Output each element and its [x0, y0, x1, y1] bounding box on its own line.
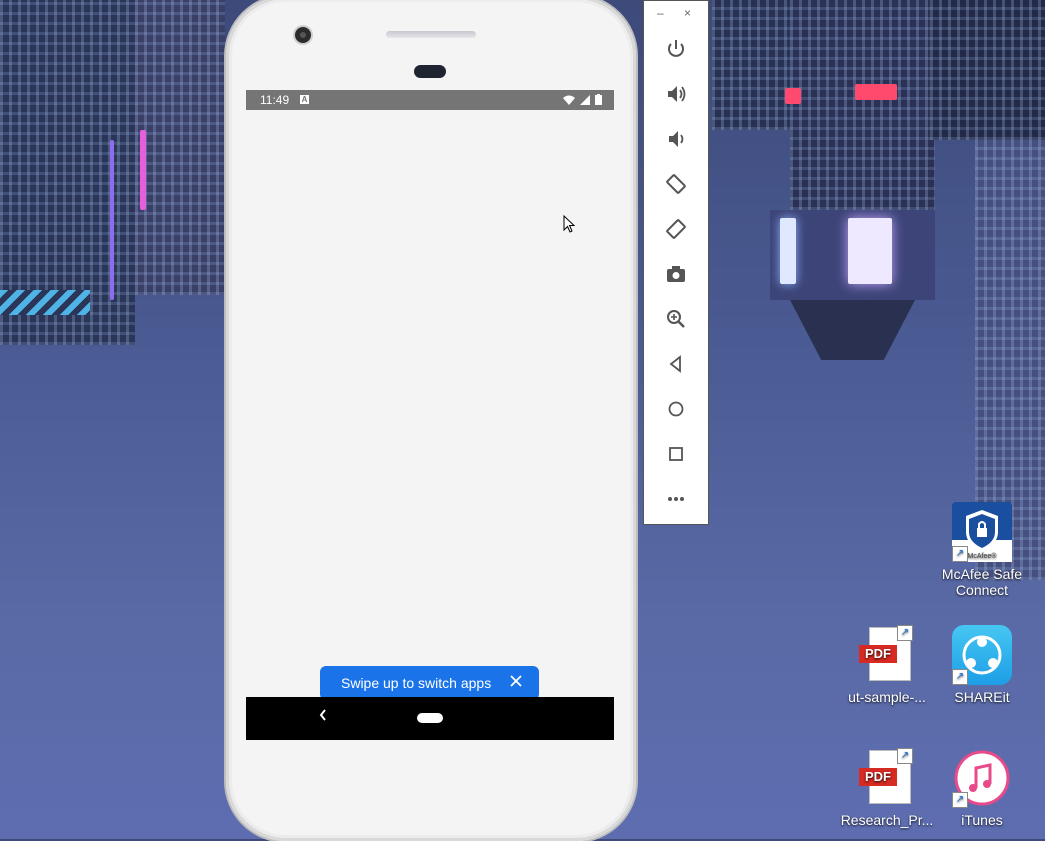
status-icons: [563, 94, 602, 105]
signal-icon: [580, 94, 590, 105]
rotate-left-button[interactable]: [664, 172, 688, 196]
home-button[interactable]: [664, 397, 688, 421]
pdf-badge: PDF: [859, 768, 897, 786]
back-button[interactable]: [664, 352, 688, 376]
volume-up-button[interactable]: [664, 82, 688, 106]
wifi-icon: [563, 95, 575, 105]
earpiece-speaker: [386, 31, 476, 38]
phone-screen[interactable]: 11:49 A Swipe up to switch apps: [246, 90, 614, 744]
shortcut-arrow-icon: ↗: [952, 669, 968, 685]
desktop-icon-label: SHAREit: [954, 689, 1010, 705]
desktop-icon-label: iTunes: [961, 812, 1003, 828]
pdf-icon: PDF ↗: [857, 748, 917, 808]
zoom-icon: [667, 310, 685, 328]
more-icon: [668, 497, 684, 501]
status-bar: 11:49 A: [246, 90, 614, 110]
toolbar-window-controls: – ×: [644, 6, 708, 21]
shortcut-arrow-icon: ↗: [897, 625, 913, 641]
minimize-button[interactable]: –: [657, 6, 664, 20]
rotate-left-icon: [666, 174, 686, 194]
screenshot-button[interactable]: [664, 262, 688, 286]
toast-label: Swipe up to switch apps: [341, 675, 492, 691]
proximity-sensor: [414, 65, 446, 78]
desktop-icon-research[interactable]: PDF ↗ Research_Pr...: [837, 748, 937, 828]
shareit-icon: ↗: [952, 625, 1012, 685]
mouse-cursor-icon: [563, 215, 575, 233]
home-pill-icon[interactable]: [417, 713, 443, 723]
emulator-toolbar: – ×: [643, 0, 709, 525]
phone-frame: 11:49 A Swipe up to switch apps: [226, 0, 636, 841]
desktop-icon-mcafee[interactable]: McAfee® ↗ McAfee Safe Connect: [932, 502, 1032, 598]
navigation-bar: [246, 697, 614, 740]
close-icon[interactable]: [509, 674, 523, 688]
volume-down-icon: [669, 131, 684, 147]
more-button[interactable]: [664, 487, 688, 511]
mcafee-icon: McAfee® ↗: [952, 502, 1012, 562]
desktop-icon-label: ut-sample-...: [848, 689, 926, 705]
swipe-up-hint-toast: Swipe up to switch apps: [320, 666, 539, 706]
power-button[interactable]: [664, 37, 688, 61]
zoom-button[interactable]: [664, 307, 688, 331]
desktop-icon-label: McAfee Safe Connect: [941, 566, 1023, 598]
shortcut-arrow-icon: ↗: [897, 748, 913, 764]
front-camera-icon: [295, 27, 311, 43]
pdf-icon: PDF ↗: [857, 625, 917, 685]
back-chevron-icon[interactable]: [318, 708, 328, 722]
rotate-right-icon: [666, 219, 686, 239]
desktop-icon-ut-sample[interactable]: PDF ↗ ut-sample-...: [837, 625, 937, 705]
desktop-icon-itunes[interactable]: ↗ iTunes: [932, 748, 1032, 828]
svg-text:McAfee®: McAfee®: [968, 552, 998, 560]
desktop-icon-label: Research_Pr...: [840, 812, 934, 828]
power-icon: [668, 40, 684, 57]
rotate-right-button[interactable]: [664, 217, 688, 241]
volume-down-button[interactable]: [664, 127, 688, 151]
notification-a-icon: A: [300, 95, 309, 104]
itunes-icon: ↗: [952, 748, 1012, 808]
camera-icon: [667, 266, 685, 282]
battery-icon: [595, 94, 602, 105]
overview-button[interactable]: [664, 442, 688, 466]
shortcut-arrow-icon: ↗: [952, 546, 968, 562]
desktop-icon-shareit[interactable]: ↗ SHAREit: [932, 625, 1032, 705]
home-circle-icon: [668, 401, 684, 417]
volume-up-icon: [668, 86, 686, 102]
status-time: 11:49: [260, 93, 290, 107]
close-window-button[interactable]: ×: [684, 6, 691, 20]
overview-square-icon: [669, 447, 683, 461]
shortcut-arrow-icon: ↗: [952, 792, 968, 808]
back-triangle-icon: [669, 355, 681, 373]
pdf-badge: PDF: [859, 645, 897, 663]
